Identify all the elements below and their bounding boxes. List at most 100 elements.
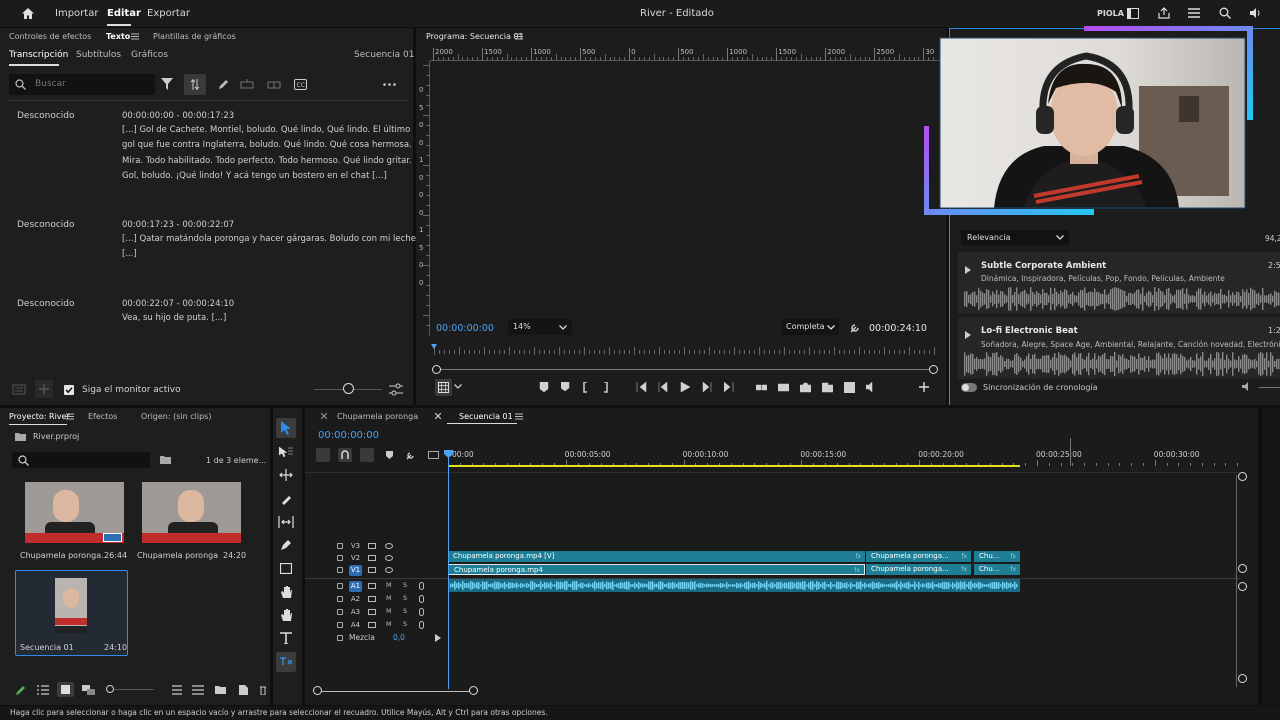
- linked-selection-toggle[interactable]: [360, 448, 374, 462]
- video-clip[interactable]: Chupamela poronga.mp4 fx: [448, 564, 865, 575]
- tab-subtitles[interactable]: Subtítulos: [76, 50, 121, 60]
- transcript-speaker[interactable]: Desconocido: [17, 220, 75, 230]
- icon-view-button[interactable]: [57, 682, 74, 697]
- transcript-timestamp[interactable]: 00:00:22:07 - 00:00:24:10: [122, 299, 234, 309]
- playhead-timecode[interactable]: 00:00:00:00: [436, 323, 494, 334]
- safe-margins-button[interactable]: [435, 379, 452, 396]
- eye-icon[interactable]: [385, 555, 393, 561]
- ripple-edit-icon[interactable]: [279, 469, 293, 481]
- transcript-speaker[interactable]: Desconocido: [17, 111, 75, 121]
- follow-monitor-checkbox[interactable]: [64, 385, 74, 395]
- sync-lock-icon[interactable]: [368, 583, 376, 589]
- mic-icon[interactable]: [419, 621, 424, 629]
- type-tool-icon[interactable]: [280, 632, 292, 644]
- close-icon[interactable]: [321, 413, 327, 419]
- scroll-handle-right[interactable]: [929, 365, 938, 374]
- eye-icon[interactable]: [385, 543, 393, 549]
- wrench-icon[interactable]: [406, 450, 416, 460]
- thumb-size-slider[interactable]: [114, 689, 154, 690]
- transcript-speaker[interactable]: Desconocido: [17, 299, 75, 309]
- play-icon[interactable]: [680, 382, 691, 393]
- hscroll-handle-right[interactable]: [469, 686, 478, 695]
- vscroll-handle[interactable]: [1238, 564, 1247, 573]
- sequence-bin-item[interactable]: Secuencia 01 24:10: [15, 570, 128, 656]
- video-clip[interactable]: Chupamela poronga... fx: [866, 564, 971, 575]
- video-clip[interactable]: Chupamela poronga.mp4 [V] fx: [448, 551, 865, 562]
- transcript-text[interactable]: [...] Qatar matándola poronga y hacer gá…: [122, 232, 419, 263]
- marker-icon[interactable]: [561, 382, 572, 393]
- list-view-icon[interactable]: [37, 685, 49, 695]
- volume-icon[interactable]: [1242, 382, 1252, 391]
- panel-menu-icon[interactable]: [66, 413, 74, 420]
- split-segment-icon[interactable]: [267, 79, 281, 90]
- video-clip[interactable]: Chupamela poronga... fx: [866, 551, 971, 562]
- play-icon[interactable]: [965, 331, 971, 339]
- program-playhead[interactable]: [431, 344, 437, 349]
- track-target-V1[interactable]: V1: [349, 565, 362, 576]
- transcript-timestamp[interactable]: 00:00:00:00 - 00:00:17:23: [122, 111, 234, 121]
- search-input[interactable]: Buscar: [9, 74, 155, 95]
- lock-icon[interactable]: [337, 609, 343, 615]
- vscroll-handle[interactable]: [1238, 674, 1247, 683]
- lock-icon[interactable]: [337, 555, 343, 561]
- volume-icon[interactable]: [866, 382, 877, 393]
- toggle-output-icon[interactable]: [368, 567, 376, 573]
- mute-button[interactable]: M: [386, 620, 392, 628]
- tab-source[interactable]: Origen: (sin clips): [141, 412, 211, 421]
- mix-keyframe-icon[interactable]: [435, 634, 441, 642]
- new-bin-icon[interactable]: [215, 685, 226, 694]
- step-forward-icon[interactable]: [702, 382, 713, 393]
- marker-icon[interactable]: [386, 451, 393, 459]
- captions-icon[interactable]: CC: [294, 79, 307, 90]
- mic-icon[interactable]: [419, 595, 424, 603]
- track-target-A1[interactable]: A1: [349, 581, 362, 592]
- panel-menu-icon[interactable]: [131, 33, 139, 40]
- marker-out-icon[interactable]: [539, 382, 550, 393]
- solo-button[interactable]: S: [403, 620, 407, 628]
- mark-in-icon[interactable]: [583, 382, 594, 393]
- timeline-timecode[interactable]: 00:00:00:00: [318, 430, 379, 441]
- tab-graphics[interactable]: Gráficos: [131, 50, 168, 60]
- new-item-icon[interactable]: [239, 685, 248, 695]
- track-target-A4[interactable]: A4: [349, 620, 362, 631]
- lock-icon[interactable]: [337, 596, 343, 602]
- lift-icon[interactable]: [756, 382, 767, 393]
- sync-lock-icon[interactable]: [368, 609, 376, 615]
- track-target-A2[interactable]: A2: [349, 594, 362, 605]
- trash-icon[interactable]: [260, 685, 266, 695]
- extract-icon[interactable]: [778, 382, 789, 393]
- go-to-out-icon[interactable]: [724, 382, 735, 393]
- slip-icon[interactable]: [278, 516, 294, 528]
- lock-icon[interactable]: [337, 543, 343, 549]
- panel-menu-icon[interactable]: [515, 413, 523, 420]
- mute-button[interactable]: M: [386, 581, 392, 589]
- quality-select[interactable]: Completa: [781, 319, 839, 335]
- solo-button[interactable]: S: [403, 607, 407, 615]
- transcript-text[interactable]: Vea, su hijo de puta. [...]: [122, 311, 392, 326]
- more-options-icon[interactable]: [383, 83, 396, 86]
- volume-slider[interactable]: [1259, 387, 1280, 388]
- add-media-icon[interactable]: [35, 380, 53, 398]
- zoom-scrollbar[interactable]: [436, 369, 934, 370]
- pencil-icon[interactable]: [15, 685, 26, 696]
- video-clip[interactable]: Chu... fx: [974, 551, 1020, 562]
- lock-icon[interactable]: [337, 583, 343, 589]
- tab-graphics-templates[interactable]: Plantillas de gráficos: [153, 32, 236, 41]
- hand-icon[interactable]: [280, 586, 292, 598]
- pen-icon[interactable]: [280, 539, 292, 551]
- merge-segments-icon[interactable]: [240, 79, 254, 90]
- tab-project[interactable]: Proyecto: River: [9, 412, 70, 421]
- comparison-icon[interactable]: [822, 382, 833, 393]
- filter-icon[interactable]: [161, 78, 173, 90]
- camera-icon[interactable]: [800, 382, 811, 393]
- wrench-icon[interactable]: [850, 322, 861, 333]
- clip-thumbnail[interactable]: [25, 482, 124, 543]
- add-button-icon[interactable]: [919, 382, 929, 392]
- transcript-text[interactable]: [...] Gol de Cachete. Montiel, boludo. Q…: [122, 123, 412, 184]
- transcript-timestamp[interactable]: 00:00:17:23 - 00:00:22:07: [122, 220, 234, 230]
- vertical-scrollbar[interactable]: [1236, 475, 1237, 687]
- track-select-icon[interactable]: [279, 446, 293, 458]
- zoom-select[interactable]: 14%: [508, 319, 572, 335]
- menu-icon[interactable]: [1188, 8, 1200, 18]
- button-editor-icon[interactable]: [844, 382, 855, 393]
